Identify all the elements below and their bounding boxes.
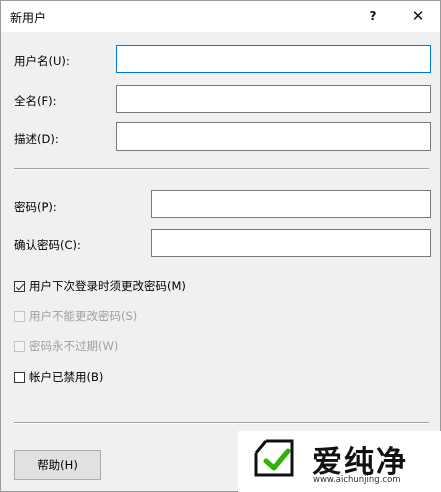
never-expires-checkbox	[14, 340, 25, 352]
cannot-change-option: 用户不能更改密码(S)	[14, 308, 137, 324]
confirm-password-input[interactable]	[151, 229, 431, 257]
brand-logo-icon	[254, 439, 294, 477]
help-button[interactable]: 帮助(H)	[14, 450, 101, 480]
must-change-checkbox[interactable]	[14, 280, 25, 292]
must-change-label: 用户下次登录时须更改密码(M)	[29, 279, 186, 293]
never-expires-label: 密码永不过期(W)	[29, 339, 119, 353]
separator-top	[14, 168, 429, 170]
cannot-change-label: 用户不能更改密码(S)	[29, 309, 138, 323]
fullname-label: 全名(F):	[14, 94, 57, 108]
description-label: 描述(D):	[14, 132, 59, 146]
confirm-password-label: 确认密码(C):	[14, 238, 81, 252]
fullname-input[interactable]	[116, 85, 431, 113]
password-input[interactable]	[151, 190, 431, 218]
account-disabled-checkbox[interactable]	[14, 371, 25, 383]
username-input[interactable]	[116, 45, 431, 73]
cannot-change-checkbox	[14, 310, 25, 322]
description-input[interactable]	[116, 122, 431, 151]
never-expires-option: 密码永不过期(W)	[14, 338, 118, 354]
separator-bottom	[14, 422, 429, 424]
username-label: 用户名(U):	[14, 54, 70, 68]
title-bar: 新用户 ? ✕	[1, 1, 440, 32]
window-title: 新用户	[10, 11, 47, 25]
brand-url: www.aichunjing.com	[313, 475, 401, 485]
new-user-dialog: 新用户 ? ✕ 用户名(U): 全名(F): 描述(D): 密码(P): 确认密…	[0, 0, 441, 492]
password-label: 密码(P):	[14, 200, 57, 214]
help-icon[interactable]: ?	[359, 5, 387, 27]
watermark: 爱纯净 www.aichunjing.com	[238, 431, 441, 492]
must-change-option[interactable]: 用户下次登录时须更改密码(M)	[14, 278, 186, 294]
account-disabled-label: 帐户已禁用(B)	[29, 370, 104, 384]
account-disabled-option[interactable]: 帐户已禁用(B)	[14, 369, 103, 385]
close-icon[interactable]: ✕	[404, 5, 432, 27]
